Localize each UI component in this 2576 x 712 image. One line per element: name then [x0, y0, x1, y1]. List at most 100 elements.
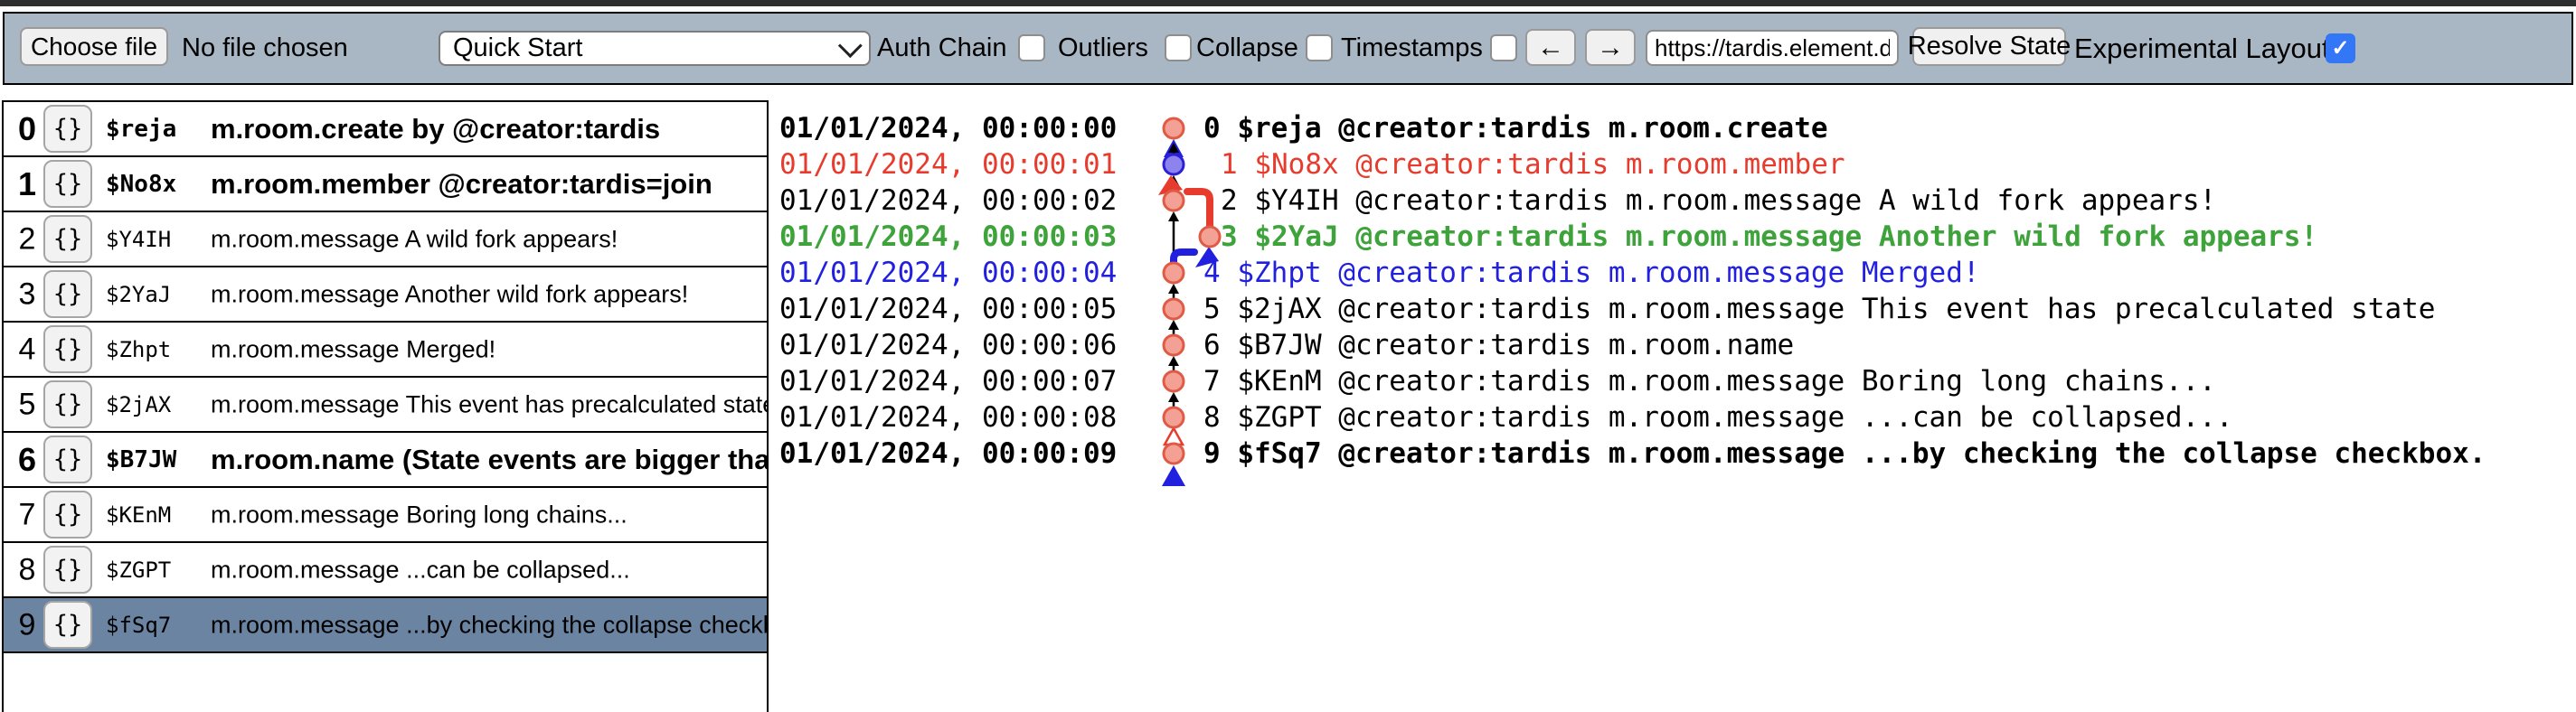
event-index: 0	[11, 110, 43, 148]
event-summary: m.room.create by @creator:tardis	[211, 113, 660, 145]
preset-selected-value: Quick Start	[453, 33, 582, 63]
dag-event-label: 3 $2YaJ @creator:tardis m.room.message A…	[1221, 220, 2317, 253]
dag-node-2[interactable]	[1164, 191, 1184, 211]
timestamp: 01/01/2024, 00:00:08	[779, 401, 1117, 434]
dag-node-1[interactable]	[1164, 155, 1184, 174]
outliers-label: Outliers	[1058, 14, 1148, 83]
resolve-state-button[interactable]: Resolve State	[1912, 27, 2066, 66]
timestamps-checkbox[interactable]	[1490, 34, 1517, 61]
timestamp: 01/01/2024, 00:00:09	[779, 437, 1117, 470]
event-list-row-0[interactable]: 0 {} $reja m.room.create by @creator:tar…	[4, 102, 767, 157]
event-summary: m.room.message Merged!	[211, 335, 495, 363]
event-index: 2	[11, 221, 43, 257]
timestamp: 01/01/2024, 00:00:04	[779, 257, 1117, 289]
event-id: $2YaJ	[106, 282, 171, 307]
current-position-marker	[1162, 465, 1185, 486]
event-list-row-7[interactable]: 7 {} $KEnM m.room.message Boring long ch…	[4, 488, 767, 543]
event-index: 9	[11, 607, 43, 642]
event-summary: m.room.message ...by checking the collap…	[211, 611, 767, 639]
dag-edge-blue-4-3	[1174, 252, 1194, 263]
event-summary: m.room.member @creator:tardis=join	[211, 168, 712, 201]
event-id: $fSq7	[106, 613, 171, 638]
dag-event-label: 9 $fSq7 @creator:tardis m.room.message .…	[1203, 437, 2486, 470]
auth-chain-checkbox[interactable]	[1018, 34, 1045, 61]
view-json-button[interactable]: {}	[43, 380, 92, 428]
dag-event-label: 0 $reja @creator:tardis m.room.create	[1203, 112, 1828, 145]
event-list-row-3[interactable]: 3 {} $2YaJ m.room.message Another wild f…	[4, 267, 767, 323]
choose-file-button[interactable]: Choose file	[20, 27, 168, 66]
view-json-button[interactable]: {}	[43, 325, 92, 373]
timestamp: 01/01/2024, 00:00:01	[779, 148, 1117, 181]
dag-node-9[interactable]	[1164, 444, 1184, 464]
dag-node-5[interactable]	[1164, 299, 1184, 319]
event-summary: m.room.message This event has precalcula…	[211, 390, 767, 418]
step-forward-button[interactable]: →	[1585, 29, 1636, 66]
timestamp: 01/01/2024, 00:00:06	[779, 329, 1117, 361]
event-index: 6	[11, 441, 43, 479]
event-summary: m.room.message Another wild fork appears…	[211, 280, 688, 308]
event-id: $KEnM	[106, 502, 171, 528]
event-summary: m.room.message ...can be collapsed...	[211, 556, 630, 584]
event-list-row-9-selected[interactable]: 9 {} $fSq7 m.room.message ...by checking…	[4, 598, 767, 653]
timestamp: 01/01/2024, 00:00:03	[779, 220, 1117, 253]
event-summary: m.room.message Boring long chains...	[211, 501, 627, 529]
dag-event-label: 5 $2jAX @creator:tardis m.room.message T…	[1203, 293, 2435, 325]
view-json-button[interactable]: {}	[43, 270, 92, 318]
dag-event-label: 4 $Zhpt @creator:tardis m.room.message M…	[1203, 257, 1980, 289]
event-index: 5	[11, 387, 43, 422]
dag-node-6[interactable]	[1164, 335, 1184, 355]
file-status-text: No file chosen	[182, 14, 348, 83]
server-url-input[interactable]	[1646, 30, 1899, 66]
view-json-button[interactable]: {}	[43, 160, 92, 208]
timestamp: 01/01/2024, 00:00:00	[779, 112, 1117, 145]
event-list-row-4[interactable]: 4 {} $Zhpt m.room.message Merged!	[4, 323, 767, 378]
event-id: $Zhpt	[106, 337, 171, 362]
dag-node-8[interactable]	[1164, 408, 1184, 427]
event-index: 8	[11, 552, 43, 587]
dag-timeline-panel: 01/01/2024, 00:00:00 01/01/2024, 00:00:0…	[769, 100, 2576, 712]
view-json-button[interactable]: {}	[43, 491, 92, 539]
step-back-button[interactable]: ←	[1525, 29, 1576, 66]
timestamp: 01/01/2024, 00:00:02	[779, 184, 1117, 217]
collapse-label: Collapse	[1196, 14, 1298, 83]
dag-event-label: 1 $No8x @creator:tardis m.room.member	[1221, 148, 1845, 181]
auth-chain-label: Auth Chain	[877, 14, 1007, 83]
event-list-row-5[interactable]: 5 {} $2jAX m.room.message This event has…	[4, 378, 767, 433]
event-id: $reja	[106, 116, 176, 143]
event-id: $Y4IH	[106, 227, 171, 252]
event-list-row-1[interactable]: 1 {} $No8x m.room.member @creator:tardis…	[4, 157, 767, 212]
outliers-checkbox[interactable]	[1165, 34, 1192, 61]
view-json-button[interactable]: {}	[43, 601, 92, 649]
event-index: 1	[11, 165, 43, 203]
event-index: 7	[11, 497, 43, 532]
collapse-checkbox[interactable]	[1306, 34, 1333, 61]
dag-node-7[interactable]	[1164, 371, 1184, 391]
dag-node-4[interactable]	[1164, 263, 1184, 283]
preset-select[interactable]: Quick Start	[439, 31, 871, 66]
dag-event-label: 2 $Y4IH @creator:tardis m.room.message A…	[1221, 184, 2216, 217]
view-json-button[interactable]: {}	[43, 436, 92, 483]
experimental-layout-label: Experimental Layout	[2074, 14, 2330, 83]
event-id: $ZGPT	[106, 557, 171, 583]
timestamp: 01/01/2024, 00:00:05	[779, 293, 1117, 325]
experimental-layout-checkbox[interactable]: ✓	[2326, 33, 2355, 63]
chevron-down-icon	[838, 33, 863, 58]
dag-node-0[interactable]	[1164, 118, 1184, 138]
dag-node-3[interactable]	[1200, 227, 1220, 247]
view-json-button[interactable]: {}	[43, 215, 92, 263]
event-list-row-6[interactable]: 6 {} $B7JW m.room.name (State events are…	[4, 433, 767, 488]
timestamp: 01/01/2024, 00:00:07	[779, 365, 1117, 398]
toolbar: Choose file No file chosen Quick Start A…	[3, 12, 2573, 85]
event-id: $No8x	[106, 171, 176, 198]
event-index: 3	[11, 276, 43, 312]
dag-edge-red-3-1	[1187, 192, 1210, 227]
dag-event-label: 7 $KEnM @creator:tardis m.room.message B…	[1203, 365, 2216, 398]
view-json-button[interactable]: {}	[43, 546, 92, 594]
event-summary: m.room.message A wild fork appears!	[211, 225, 618, 253]
event-list-row-2[interactable]: 2 {} $Y4IH m.room.message A wild fork ap…	[4, 212, 767, 267]
event-id: $B7JW	[106, 446, 176, 473]
dag-event-label: 6 $B7JW @creator:tardis m.room.name	[1203, 329, 1794, 361]
event-list-row-8[interactable]: 8 {} $ZGPT m.room.message ...can be coll…	[4, 543, 767, 598]
view-json-button[interactable]: {}	[43, 105, 92, 153]
event-index: 4	[11, 332, 43, 367]
